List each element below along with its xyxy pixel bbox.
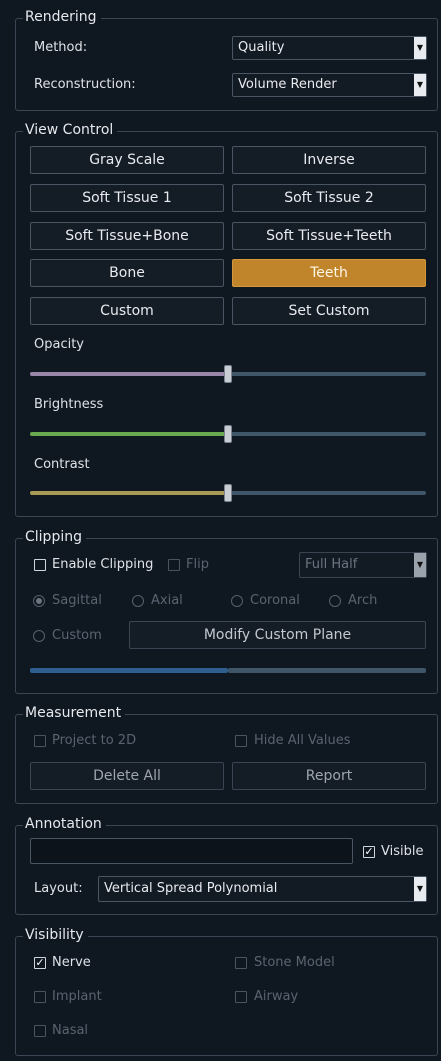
rendering-group: Rendering Method: Quality ▼ Reconstructi… [15, 9, 438, 111]
hide-all-values-label: Hide All Values [254, 733, 351, 748]
brightness-rest [228, 432, 426, 436]
opacity-fill [30, 372, 228, 376]
hide-all-values-checkbox[interactable] [235, 735, 247, 747]
view-control-title: View Control [23, 122, 118, 138]
enable-clipping-label[interactable]: Enable Clipping [52, 557, 153, 572]
teeth-button[interactable]: Teeth [232, 259, 426, 287]
chevron-down-icon: ▼ [414, 553, 426, 577]
measurement-title: Measurement [23, 705, 126, 721]
view-control-group: View Control Gray Scale Inverse Soft Tis… [15, 122, 438, 517]
brightness-fill [30, 432, 228, 436]
nerve-checkbox[interactable]: ✓ [34, 957, 46, 969]
annotation-title: Annotation [23, 816, 106, 832]
clipping-slider-rest [228, 668, 426, 673]
layout-value: Vertical Spread Polynomial [104, 881, 278, 896]
report-button[interactable]: Report [232, 762, 426, 790]
inverse-button[interactable]: Inverse [232, 146, 426, 174]
airway-label: Airway [254, 989, 299, 1004]
nasal-label: Nasal [52, 1023, 89, 1038]
reconstruction-select[interactable]: Volume Render ▼ [232, 73, 427, 97]
method-value: Quality [238, 40, 285, 55]
opacity-label: Opacity [34, 337, 85, 352]
soft-tissue-1-button[interactable]: Soft Tissue 1 [30, 184, 224, 212]
clipping-slider-fill [30, 668, 228, 673]
custom-label: Custom [52, 628, 102, 643]
layout-label: Layout: [34, 881, 83, 896]
enable-clipping-checkbox[interactable] [34, 559, 46, 571]
custom-button[interactable]: Custom [30, 297, 224, 325]
modify-custom-plane-button[interactable]: Modify Custom Plane [129, 621, 426, 649]
opacity-slider-handle[interactable] [224, 365, 232, 383]
delete-all-button[interactable]: Delete All [30, 762, 224, 790]
contrast-fill [30, 491, 228, 495]
method-select[interactable]: Quality ▼ [232, 36, 427, 60]
gray-scale-button[interactable]: Gray Scale [30, 146, 224, 174]
implant-label: Implant [52, 989, 102, 1004]
chevron-down-icon: ▼ [414, 37, 426, 59]
implant-checkbox[interactable] [34, 991, 46, 1003]
clipping-mode-value: Full Half [305, 557, 358, 572]
reconstruction-label: Reconstruction: [34, 77, 136, 92]
brightness-slider-handle[interactable] [224, 425, 232, 443]
set-custom-button[interactable]: Set Custom [232, 297, 426, 325]
visibility-group: Visibility ✓ Nerve Stone Model Implant A… [15, 927, 438, 1056]
arch-label: Arch [348, 593, 378, 608]
flip-label: Flip [186, 557, 209, 572]
annotation-group: Annotation ✓ Visible Layout: Vertical Sp… [15, 816, 438, 915]
nerve-label[interactable]: Nerve [52, 955, 91, 970]
arch-radio[interactable] [329, 595, 341, 607]
project-to-2d-label: Project to 2D [52, 733, 137, 748]
nasal-checkbox[interactable] [34, 1025, 46, 1037]
annotation-text-input[interactable] [30, 838, 353, 864]
sagittal-label: Sagittal [52, 593, 102, 608]
contrast-label: Contrast [34, 457, 90, 472]
clipping-title: Clipping [23, 529, 86, 545]
axial-radio[interactable] [132, 595, 144, 607]
layout-select[interactable]: Vertical Spread Polynomial ▼ [98, 876, 427, 902]
stone-model-checkbox[interactable] [235, 957, 247, 969]
chevron-down-icon: ▼ [414, 877, 426, 901]
sagittal-radio[interactable] [33, 595, 45, 607]
contrast-rest [228, 491, 426, 495]
coronal-label: Coronal [250, 593, 300, 608]
axial-label: Axial [151, 593, 183, 608]
soft-tissue-teeth-button[interactable]: Soft Tissue+Teeth [232, 222, 426, 250]
soft-tissue-bone-button[interactable]: Soft Tissue+Bone [30, 222, 224, 250]
measurement-group: Measurement Project to 2D Hide All Value… [15, 705, 438, 804]
soft-tissue-2-button[interactable]: Soft Tissue 2 [232, 184, 426, 212]
visible-label[interactable]: Visible [381, 844, 423, 859]
opacity-rest [228, 372, 426, 376]
method-label: Method: [34, 40, 88, 55]
flip-checkbox[interactable] [168, 559, 180, 571]
airway-checkbox[interactable] [235, 991, 247, 1003]
rendering-title: Rendering [23, 9, 101, 25]
visible-checkbox[interactable]: ✓ [363, 846, 375, 858]
reconstruction-value: Volume Render [238, 77, 337, 92]
brightness-label: Brightness [34, 397, 104, 412]
visibility-title: Visibility [23, 927, 88, 943]
stone-model-label: Stone Model [254, 955, 335, 970]
clipping-mode-select[interactable]: Full Half ▼ [299, 552, 427, 578]
clipping-group: Clipping Enable Clipping Flip Full Half … [15, 529, 438, 694]
bone-button[interactable]: Bone [30, 259, 224, 287]
coronal-radio[interactable] [231, 595, 243, 607]
custom-radio[interactable] [33, 630, 45, 642]
project-to-2d-checkbox[interactable] [34, 735, 46, 747]
contrast-slider-handle[interactable] [224, 484, 232, 502]
chevron-down-icon: ▼ [414, 74, 426, 96]
